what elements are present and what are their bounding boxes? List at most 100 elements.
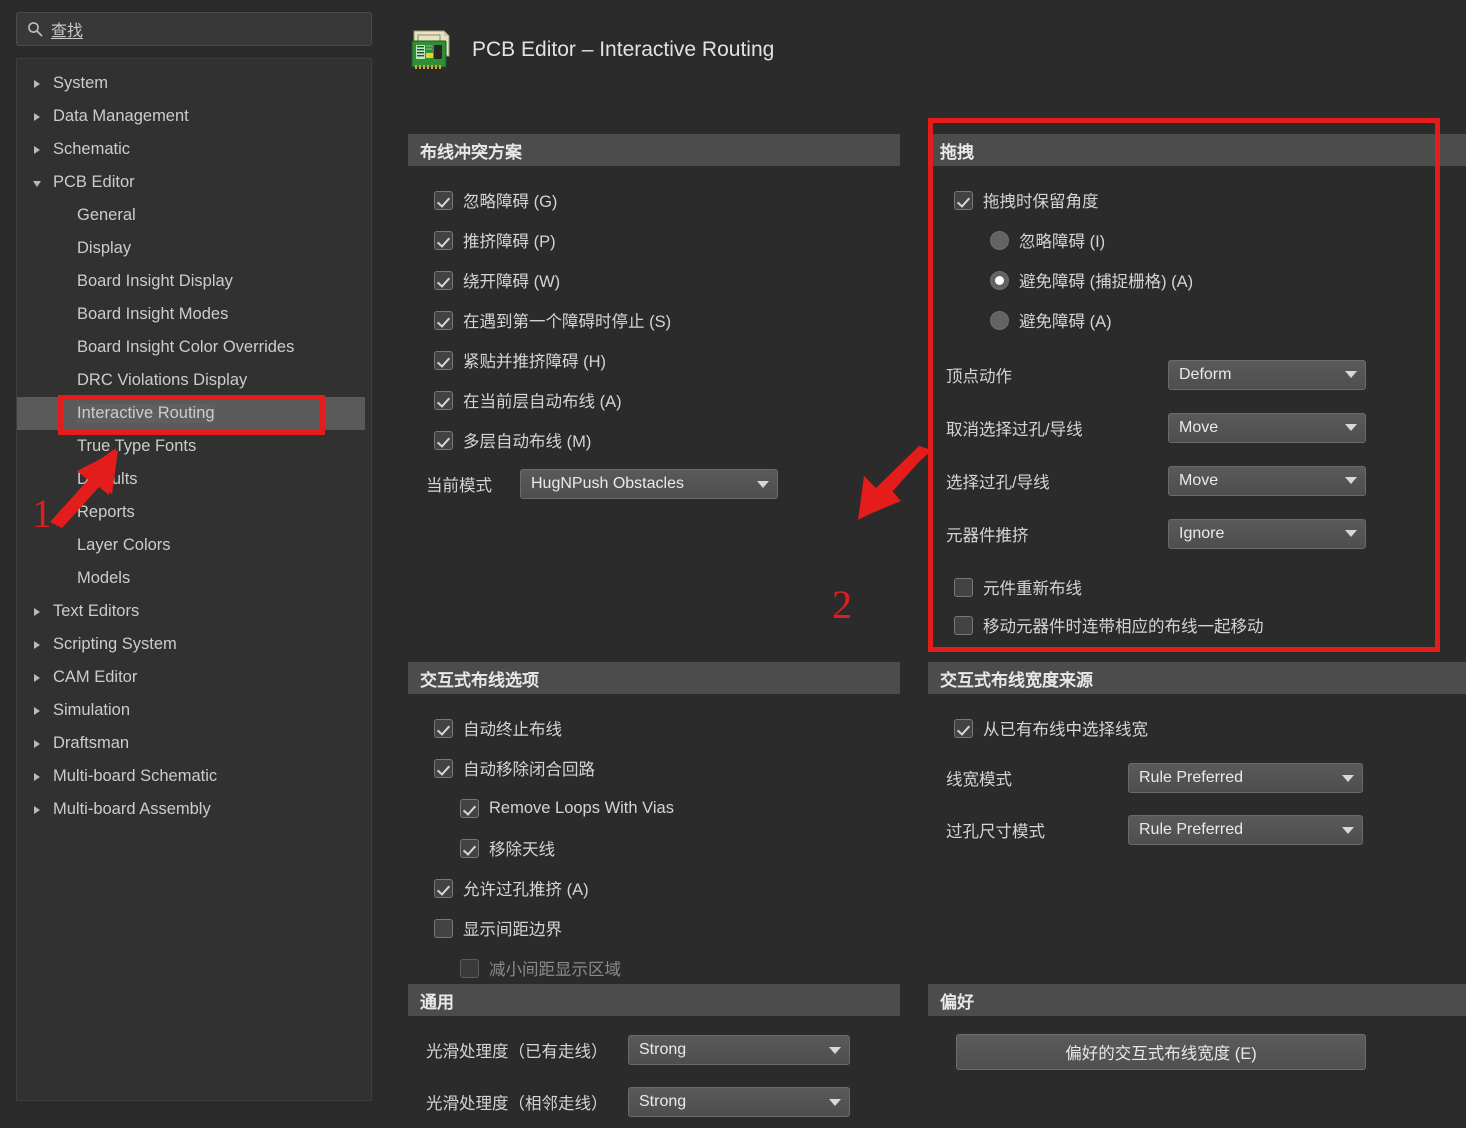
- checkbox-label: 元件重新布线: [983, 580, 1082, 598]
- dropdown-dragging-0[interactable]: Deform: [1168, 359, 1366, 390]
- tree-item-cam-editor[interactable]: CAM Editor: [17, 661, 371, 694]
- radio-button: [990, 310, 1009, 330]
- tree-item-defaults[interactable]: Defaults: [17, 463, 371, 496]
- search-icon: [28, 22, 43, 37]
- chevron-down-icon: [1345, 477, 1357, 484]
- checkbox-iro-4[interactable]: 允许过孔推挤 (A): [408, 868, 900, 908]
- checkbox-label: Remove Loops With Vias: [489, 798, 674, 817]
- checkbox-box: [460, 838, 479, 858]
- checkbox-iro-3[interactable]: 移除天线: [408, 828, 900, 868]
- tree-item-reports[interactable]: Reports: [17, 496, 371, 529]
- settings-tree[interactable]: System Data Management Schematic PCB Editor…: [16, 58, 372, 1101]
- button-label: 偏好的交互式布线宽度 (E): [1065, 1045, 1257, 1063]
- field-dragging-2: 选择过孔/导线 Move: [928, 454, 1466, 507]
- tree-item-label: Board Insight Modes: [77, 305, 229, 323]
- chevron-right-icon[interactable]: [29, 805, 45, 814]
- checkbox-iro-0[interactable]: 自动终止布线: [408, 708, 900, 748]
- chevron-right-icon[interactable]: [29, 673, 45, 682]
- tree-item-text-editors[interactable]: Text Editors: [17, 595, 371, 628]
- chevron-down-icon: [1342, 774, 1354, 782]
- chevron-right-icon[interactable]: [29, 79, 45, 88]
- checkbox-routing-conflict-2[interactable]: 绕开障碍 (W): [408, 260, 900, 300]
- current-mode-dropdown[interactable]: HugNPush Obstacles: [520, 469, 778, 499]
- checkbox-label: 紧贴并推挤障碍 (H): [463, 353, 606, 371]
- tree-item-schematic[interactable]: Schematic: [17, 133, 371, 166]
- checkbox-preserve-angle[interactable]: 拖拽时保留角度: [928, 180, 1466, 220]
- tree-item-label: Draftsman: [53, 734, 130, 752]
- tree-item-layer-colors[interactable]: Layer Colors: [17, 529, 371, 562]
- checkbox-routing-conflict-4[interactable]: 紧贴并推挤障碍 (H): [408, 340, 900, 380]
- dropdown-width-source-0[interactable]: Rule Preferred: [1128, 763, 1363, 793]
- dropdown-dragging-1[interactable]: Move: [1168, 412, 1366, 443]
- tree-item-pcb-editor[interactable]: PCB Editor: [17, 166, 371, 199]
- tree-item-draftsman[interactable]: Draftsman: [17, 727, 371, 760]
- checkbox-label: 减小间距显示区域: [489, 961, 621, 979]
- dropdown-width-source-1[interactable]: Rule Preferred: [1128, 815, 1363, 845]
- checkbox-iro-1[interactable]: 自动移除闭合回路: [408, 748, 900, 788]
- checkbox-routing-conflict-6[interactable]: 多层自动布线 (M): [408, 420, 900, 460]
- checkbox-box: [954, 577, 973, 597]
- chevron-right-icon[interactable]: [29, 772, 45, 781]
- tree-item-multi-board-schematic[interactable]: Multi-board Schematic: [17, 760, 371, 793]
- checkbox-iro-5[interactable]: 显示间距边界: [408, 908, 900, 948]
- checkbox-label: 在遇到第一个障碍时停止 (S): [463, 313, 672, 331]
- radio-label: 避免障碍 (捕捉栅格) (A): [1019, 273, 1194, 291]
- tree-item-drc-violations-display[interactable]: DRC Violations Display: [17, 364, 371, 397]
- tree-item-label: Board Insight Color Overrides: [77, 338, 295, 356]
- field-general-0: 光滑处理度（已有走线） Strong: [408, 1024, 900, 1076]
- checkbox-routing-conflict-5[interactable]: 在当前层自动布线 (A): [408, 380, 900, 420]
- radio-option-2[interactable]: 避免障碍 (A): [928, 300, 1466, 340]
- checkbox-routing-conflict-0[interactable]: 忽略障碍 (G): [408, 180, 900, 220]
- dropdown-value: Rule Preferred: [1139, 769, 1244, 786]
- chevron-right-icon[interactable]: [29, 112, 45, 121]
- checkbox-iro-2[interactable]: Remove Loops With Vias: [408, 788, 900, 828]
- preferred-interactive-routing-widths-button[interactable]: 偏好的交互式布线宽度 (E): [956, 1034, 1366, 1070]
- checkbox-dragging-0[interactable]: 元件重新布线: [928, 568, 1466, 606]
- tree-item-label: Schematic: [53, 140, 131, 158]
- tree-item-label: Interactive Routing: [77, 404, 215, 423]
- tree-item-board-insight-color-overrides[interactable]: Board Insight Color Overrides: [17, 331, 371, 364]
- chevron-right-icon[interactable]: [29, 640, 45, 649]
- tree-item-general[interactable]: General: [17, 199, 371, 232]
- checkbox-box: [954, 190, 973, 210]
- dropdown-dragging-3[interactable]: Ignore: [1168, 518, 1366, 549]
- dropdown-general-1[interactable]: Strong: [628, 1087, 850, 1117]
- tree-item-system[interactable]: System: [17, 67, 371, 100]
- checkbox-label: 忽略障碍 (G): [463, 193, 558, 211]
- tree-item-board-insight-modes[interactable]: Board Insight Modes: [17, 298, 371, 331]
- radio-button: [990, 270, 1009, 290]
- chevron-right-icon[interactable]: [29, 607, 45, 616]
- section-title-preferences: 偏好: [928, 984, 1466, 1016]
- tree-item-display[interactable]: Display: [17, 232, 371, 265]
- tree-item-models[interactable]: Models: [17, 562, 371, 595]
- section-routing-conflict: 布线冲突方案 忽略障碍 (G) 推挤障碍 (P) 绕开障碍 (W) 在遇到第一个障碍时…: [408, 134, 900, 508]
- tree-item-board-insight-display[interactable]: Board Insight Display: [17, 265, 371, 298]
- tree-item-true-type-fonts[interactable]: True Type Fonts: [17, 430, 371, 463]
- checkbox-box: [434, 350, 453, 370]
- chevron-right-icon[interactable]: [29, 739, 45, 748]
- chevron-down-icon[interactable]: [29, 180, 45, 187]
- checkbox-routing-conflict-1[interactable]: 推挤障碍 (P): [408, 220, 900, 260]
- checkbox-pick-width-from-existing[interactable]: 从已有布线中选择线宽: [928, 708, 1466, 748]
- radio-option-1[interactable]: 避免障碍 (捕捉栅格) (A): [928, 260, 1466, 300]
- chevron-right-icon[interactable]: [29, 145, 45, 154]
- section-preferences: 偏好 偏好的交互式布线宽度 (E): [928, 984, 1466, 1070]
- checkbox-box: [460, 798, 479, 818]
- checkbox-box: [434, 310, 453, 330]
- tree-item-scripting-system[interactable]: Scripting System: [17, 628, 371, 661]
- radio-button: [990, 230, 1009, 250]
- tree-item-data-management[interactable]: Data Management: [17, 100, 371, 133]
- checkbox-dragging-1[interactable]: 移动元器件时连带相应的布线一起移动: [928, 606, 1466, 644]
- tree-item-multi-board-assembly[interactable]: Multi-board Assembly: [17, 793, 371, 826]
- checkbox-routing-conflict-3[interactable]: 在遇到第一个障碍时停止 (S): [408, 300, 900, 340]
- tree-item-interactive-routing[interactable]: Interactive Routing: [17, 397, 365, 430]
- checkbox-label: 自动移除闭合回路: [463, 761, 595, 779]
- navigation-panel: 查找 System Data Management Schematic PCB Edi…: [0, 0, 380, 1102]
- tree-item-simulation[interactable]: Simulation: [17, 694, 371, 727]
- dropdown-dragging-2[interactable]: Move: [1168, 465, 1366, 496]
- chevron-right-icon[interactable]: [29, 706, 45, 715]
- dropdown-general-0[interactable]: Strong: [628, 1035, 850, 1065]
- dropdown-value: Ignore: [1179, 524, 1225, 542]
- search-input[interactable]: 查找: [16, 12, 372, 46]
- radio-option-0[interactable]: 忽略障碍 (I): [928, 220, 1466, 260]
